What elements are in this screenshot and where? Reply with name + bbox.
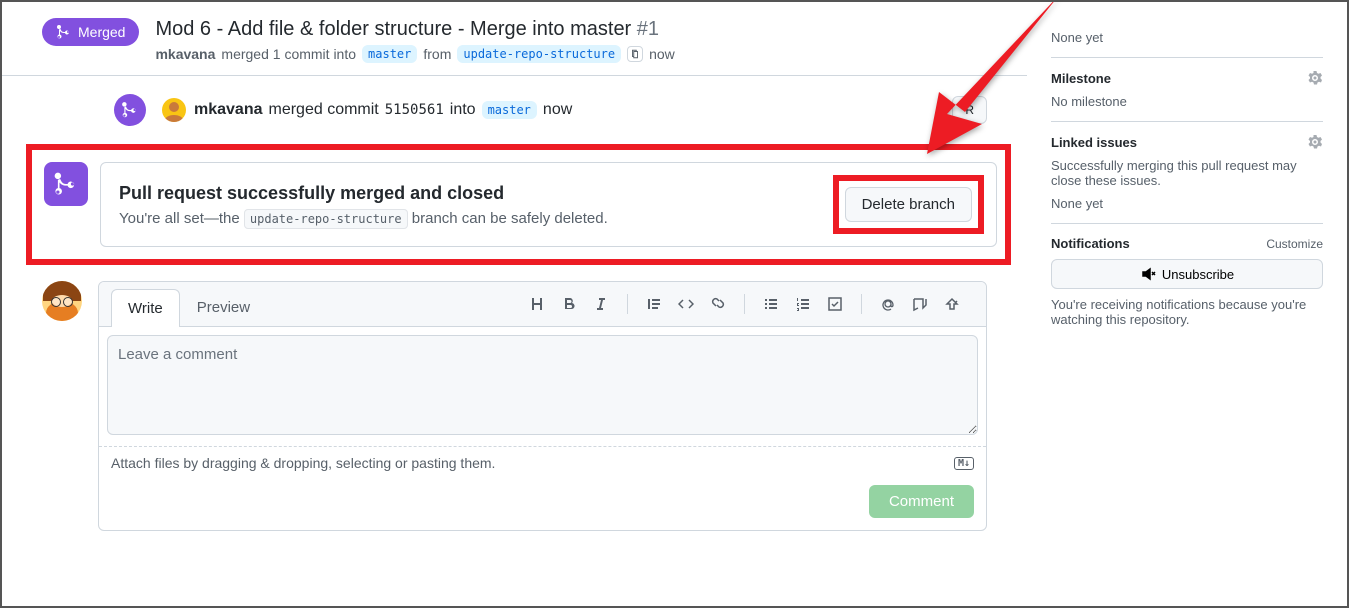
- copy-icon[interactable]: [627, 46, 643, 62]
- pr-author[interactable]: mkavana: [155, 46, 215, 62]
- bold-icon[interactable]: [555, 290, 583, 318]
- author-avatar[interactable]: [162, 98, 186, 122]
- state-label: Merged: [78, 24, 125, 40]
- sidebar-assignees: None yet: [1051, 18, 1323, 57]
- revert-button[interactable]: R: [952, 96, 987, 124]
- merge-success-callout: Pull request successfully merged and clo…: [26, 144, 1011, 265]
- comment-form: Write Preview: [98, 281, 987, 531]
- state-badge: Merged: [42, 18, 139, 46]
- saved-reply-icon[interactable]: [938, 290, 966, 318]
- deletable-branch: update-repo-structure: [244, 209, 408, 229]
- sidebar: None yet Milestone No milestone Linked i…: [1027, 2, 1347, 606]
- mute-icon: [1140, 266, 1156, 282]
- pr-header: Merged Mod 6 - Add file & folder structu…: [2, 18, 1027, 75]
- sidebar-notifications: Notifications Customize Unsubscribe You'…: [1051, 224, 1323, 339]
- git-merge-icon: [56, 24, 72, 40]
- ul-icon[interactable]: [757, 290, 785, 318]
- sidebar-linked-issues: Linked issues Successfully merging this …: [1051, 122, 1323, 223]
- timeline-merge-event: mkavana merged commit 5150561 into maste…: [42, 76, 1027, 144]
- tasklist-icon[interactable]: [821, 290, 849, 318]
- gear-icon[interactable]: [1307, 134, 1323, 150]
- code-icon[interactable]: [672, 290, 700, 318]
- sidebar-milestone: Milestone No milestone: [1051, 58, 1323, 121]
- merge-icon: [44, 162, 88, 206]
- attach-hint[interactable]: Attach files by dragging & dropping, sel…: [111, 455, 495, 471]
- pr-number: #1: [637, 18, 659, 40]
- italic-icon[interactable]: [587, 290, 615, 318]
- commit-sha[interactable]: 5150561: [385, 102, 444, 118]
- ol-icon[interactable]: [789, 290, 817, 318]
- head-branch-pill[interactable]: update-repo-structure: [457, 45, 621, 63]
- comment-submit-button[interactable]: Comment: [869, 485, 974, 518]
- success-heading: Pull request successfully merged and clo…: [119, 183, 608, 204]
- md-toolbar: [515, 282, 974, 326]
- current-user-avatar[interactable]: [42, 281, 82, 321]
- reference-icon[interactable]: [906, 290, 934, 318]
- markdown-help-icon[interactable]: M↓: [954, 457, 974, 470]
- link-icon[interactable]: [704, 290, 732, 318]
- success-desc: You're all set—the update-repo-structure…: [119, 210, 608, 227]
- gear-icon[interactable]: [1307, 70, 1323, 86]
- comment-textarea[interactable]: [107, 335, 978, 435]
- merge-badge-icon: [114, 94, 146, 126]
- pr-title: Mod 6 - Add file & folder structure - Me…: [155, 18, 1027, 41]
- write-tab[interactable]: Write: [111, 289, 180, 327]
- customize-link[interactable]: Customize: [1266, 237, 1323, 251]
- unsubscribe-button[interactable]: Unsubscribe: [1051, 259, 1323, 289]
- target-branch-pill[interactable]: master: [482, 101, 537, 119]
- base-branch-pill[interactable]: master: [362, 45, 417, 63]
- pr-time: now: [649, 46, 675, 62]
- pr-subtitle: mkavana merged 1 commit into master from…: [155, 45, 1027, 63]
- preview-tab[interactable]: Preview: [180, 288, 267, 326]
- heading-icon[interactable]: [523, 290, 551, 318]
- tl-author[interactable]: mkavana: [194, 101, 263, 119]
- mention-icon[interactable]: [874, 290, 902, 318]
- delete-branch-button[interactable]: Delete branch: [845, 187, 972, 222]
- quote-icon[interactable]: [640, 290, 668, 318]
